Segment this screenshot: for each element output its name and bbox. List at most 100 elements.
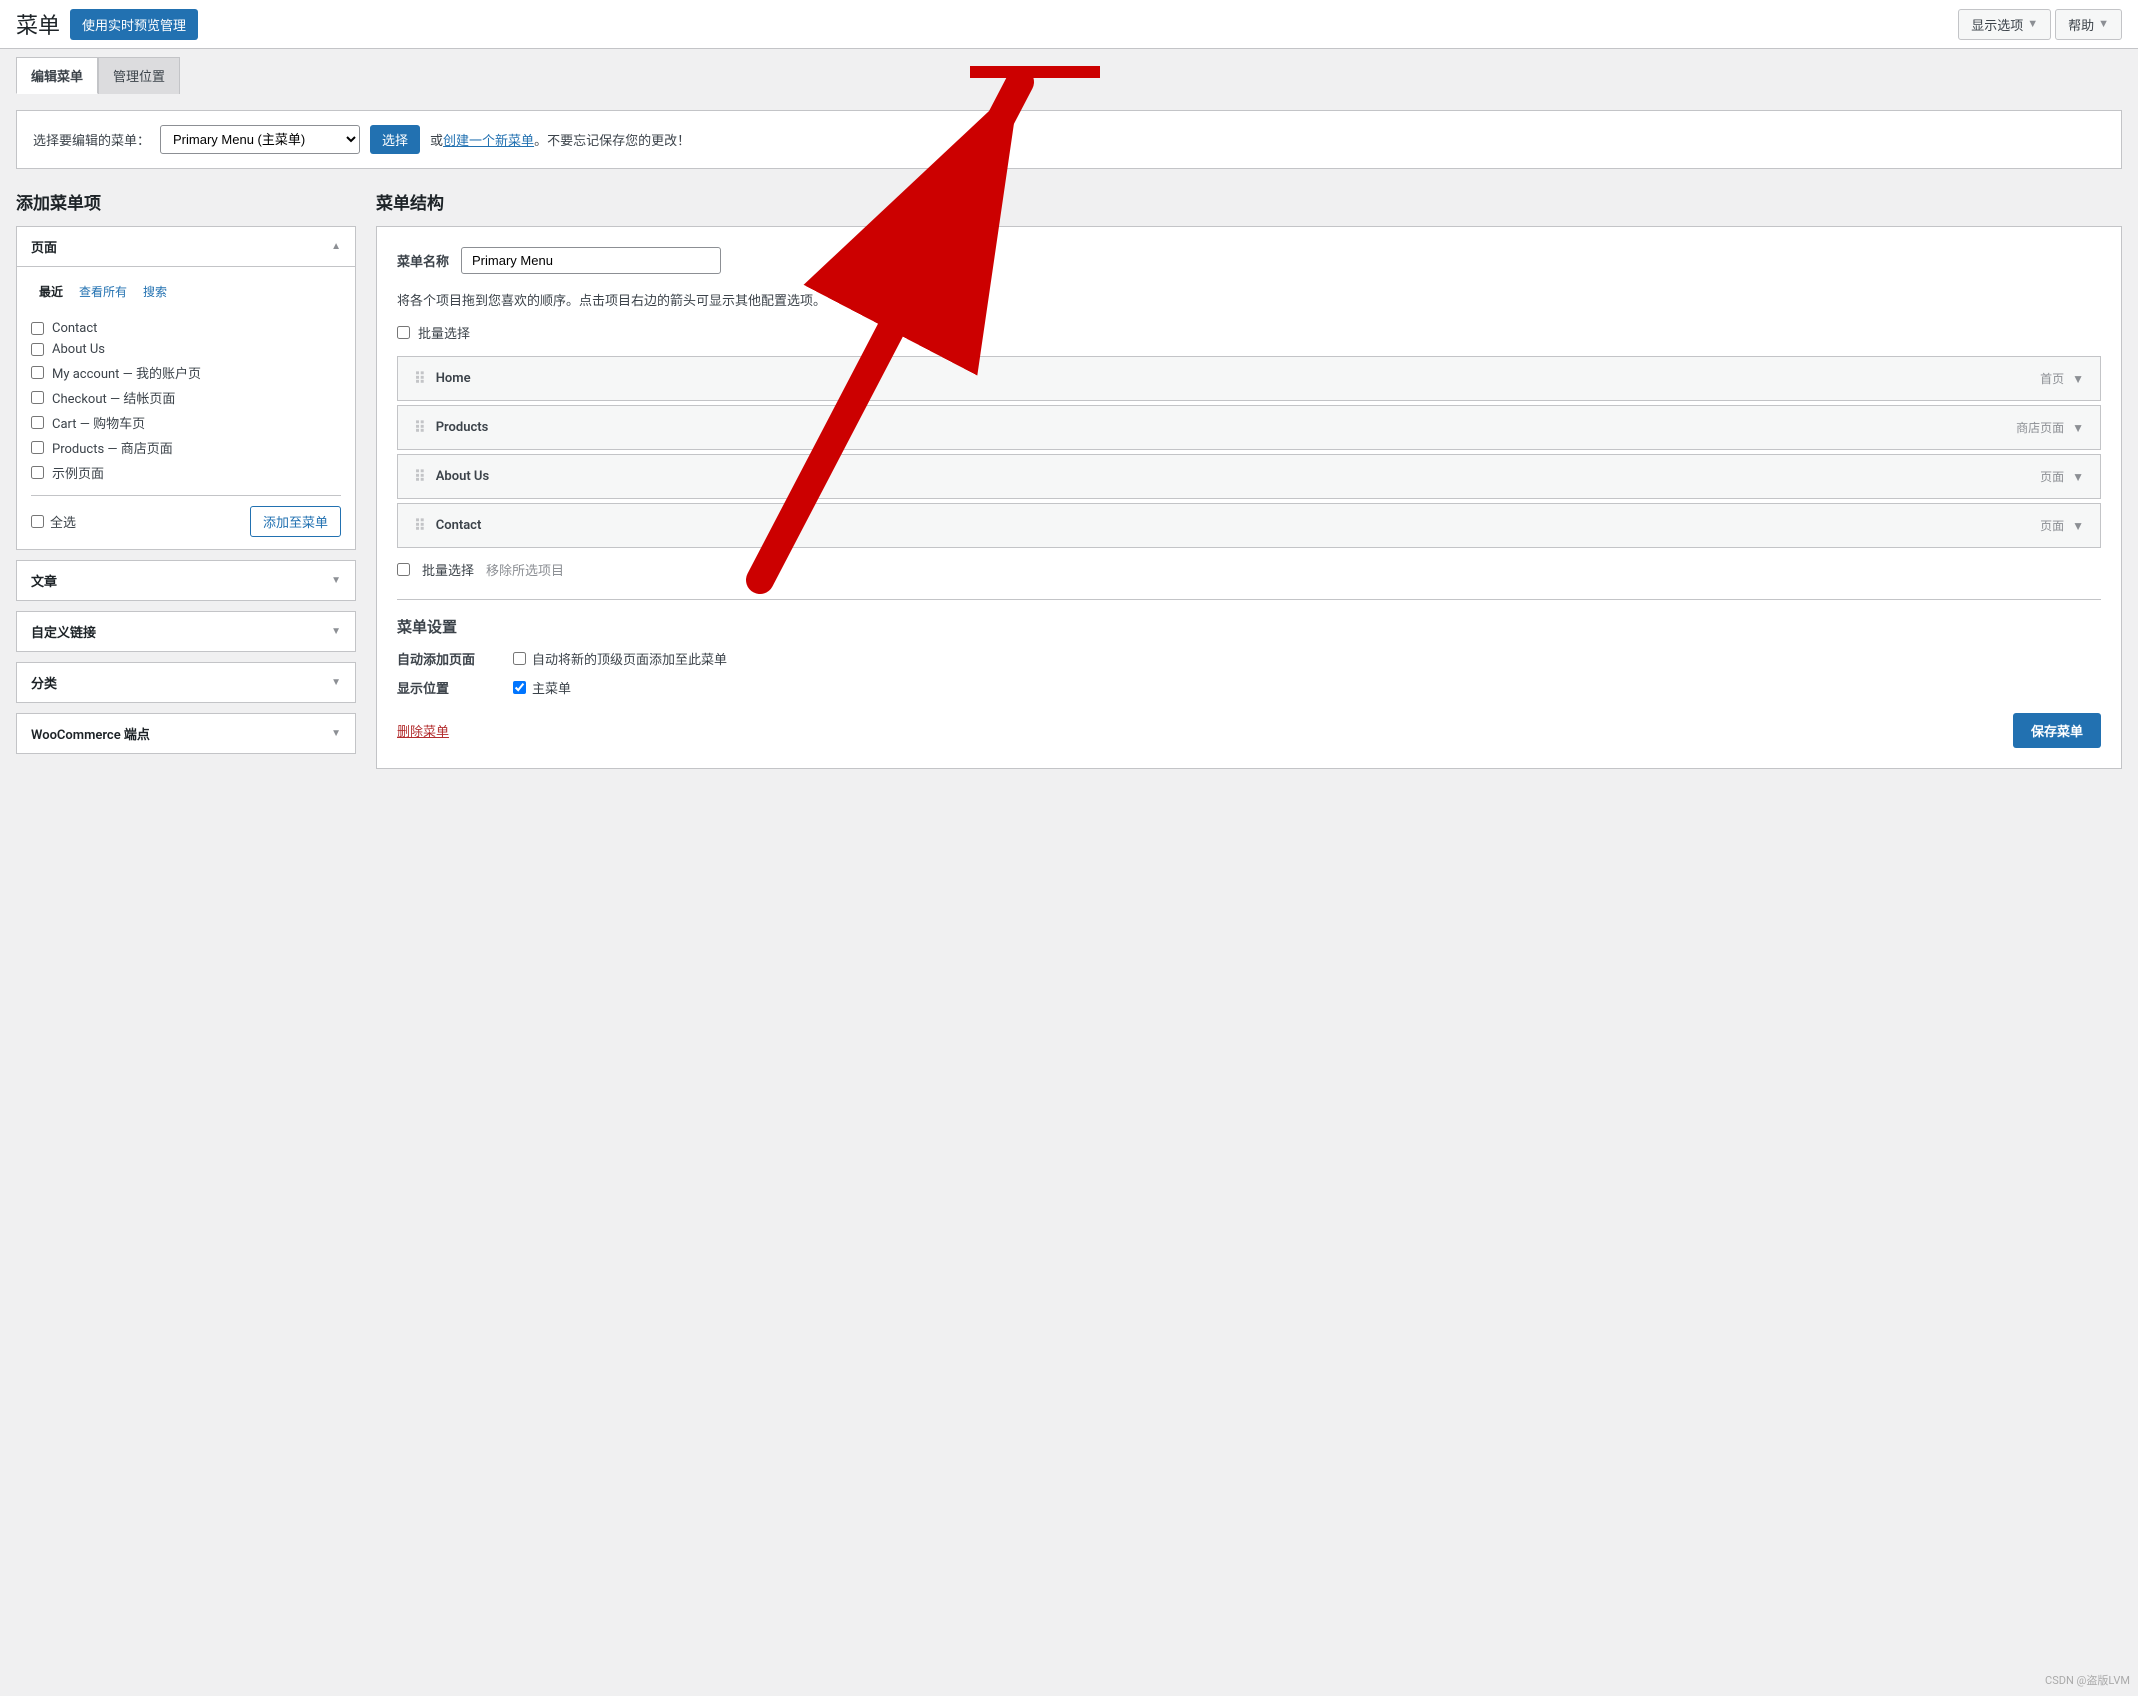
menu-item-about[interactable]: ⠿ About Us 页面 ▼ [397,454,2101,499]
pages-accordion-header[interactable]: 页面 ▲ [17,227,355,266]
screen-options-label: 显示选项 [1971,15,2023,34]
menu-name-input[interactable] [461,247,721,274]
woocommerce-accordion-header[interactable]: WooCommerce 端点 ▼ [17,714,355,753]
chevron-down-icon[interactable]: ▼ [2072,372,2084,386]
menu-item-name-about: About Us [436,469,489,484]
batch-select-checkbox-top[interactable] [397,326,410,339]
tabs-bar: 编辑菜单 管理位置 [0,49,2138,94]
list-item: About Us [31,339,341,360]
pages-accordion-body: 最近 查看所有 搜索 Contact About Us [17,266,355,549]
page-checkbox-checkout[interactable] [31,391,44,404]
tab-edit-menu[interactable]: 编辑菜单 [16,57,98,94]
menu-item-right-about: 页面 ▼ [2040,468,2084,485]
page-label-products: Products — 商店页面 [52,438,173,457]
page-checkbox-sample[interactable] [31,466,44,479]
page-label-cart: Cart — 购物车页 [52,413,145,432]
tab-recent[interactable]: 最近 [31,279,71,306]
help-button[interactable]: 帮助 ▼ [2055,9,2122,40]
top-bar-right: 显示选项 ▼ 帮助 ▼ [1958,9,2122,40]
delete-menu-button[interactable]: 删除菜单 [397,721,449,740]
watermark: CSDN @盗版LVM [2045,1672,2130,1688]
custom-link-header-label: 自定义链接 [31,622,96,641]
batch-select-bottom: 批量选择 移除所选项目 [397,560,2101,579]
select-bar-text: 或创建一个新菜单。不要忘记保存您的更改！ [430,130,690,149]
menu-item-left-home: ⠿ Home [414,369,471,388]
articles-accordion-header[interactable]: 文章 ▼ [17,561,355,600]
page-label-myaccount: My account — 我的账户页 [52,363,201,382]
custom-link-accordion-header[interactable]: 自定义链接 ▼ [17,612,355,651]
batch-select-checkbox-bottom[interactable] [397,563,410,576]
page-checkbox-products[interactable] [31,441,44,454]
page-checkbox-contact[interactable] [31,322,44,335]
menu-item-left-products: ⠿ Products [414,418,488,437]
menu-item-type-about: 页面 [2040,468,2064,485]
drag-handle-icon: ⠿ [414,467,426,486]
articles-accordion: 文章 ▼ [16,560,356,601]
page-checkbox-myaccount[interactable] [31,366,44,379]
custom-link-accordion: 自定义链接 ▼ [16,611,356,652]
display-label: 显示位置 [397,678,497,697]
auto-add-row: 自动添加页面 自动将新的顶级页面添加至此菜单 [397,649,2101,668]
list-item: Products — 商店页面 [31,435,341,460]
tab-manage-location[interactable]: 管理位置 [98,57,180,94]
page-checkbox-cart[interactable] [31,416,44,429]
page-checkbox-about[interactable] [31,343,44,356]
auto-add-checkbox-label: 自动将新的顶级页面添加至此菜单 [513,649,727,668]
auto-add-checkbox[interactable] [513,652,526,665]
menu-item-left-contact: ⠿ Contact [414,516,481,535]
page-title: 菜单 [16,8,60,40]
chevron-down-icon[interactable]: ▼ [2072,519,2084,533]
chevron-down-icon[interactable]: ▼ [2072,421,2084,435]
list-item: Cart — 购物车页 [31,410,341,435]
add-menu-items-title: 添加菜单项 [16,189,356,214]
remove-selected-button[interactable]: 移除所选项目 [486,560,564,579]
display-checkbox-label: 主菜单 [513,678,571,697]
menu-item-home[interactable]: ⠿ Home 首页 ▼ [397,356,2101,401]
select-all-checkbox[interactable] [31,515,44,528]
category-accordion: 分类 ▼ [16,662,356,703]
category-accordion-header[interactable]: 分类 ▼ [17,663,355,702]
chevron-down-icon: ▼ [331,626,341,637]
screen-options-button[interactable]: 显示选项 ▼ [1958,9,2051,40]
save-menu-button[interactable]: 保存菜单 [2013,713,2101,748]
display-location-checkbox[interactable] [513,681,526,694]
menu-item-type-home: 首页 [2040,370,2064,387]
top-bar: 菜单 使用实时预览管理 显示选项 ▼ 帮助 ▼ [0,0,2138,49]
chevron-down-icon[interactable]: ▼ [2072,470,2084,484]
preview-button[interactable]: 使用实时预览管理 [70,9,198,40]
drag-handle-icon: ⠿ [414,369,426,388]
help-label: 帮助 [2068,15,2094,34]
save-footer: 删除菜单 保存菜单 [397,713,2101,748]
top-bar-left: 菜单 使用实时预览管理 [16,8,198,40]
menu-item-products[interactable]: ⠿ Products 商店页面 ▼ [397,405,2101,450]
tab-search[interactable]: 搜索 [135,279,175,306]
select-menu-label: 选择要编辑的菜单： [33,130,150,149]
add-to-menu-button[interactable]: 添加至菜单 [250,506,341,537]
woocommerce-header-label: WooCommerce 端点 [31,724,150,743]
list-item: My account — 我的账户页 [31,360,341,385]
pages-list-footer: 全选 添加至菜单 [31,495,341,537]
menu-item-name-products: Products [436,420,489,435]
select-all-row: 全选 [31,512,76,531]
articles-header-label: 文章 [31,571,57,590]
batch-select-label-bottom: 批量选择 [422,560,474,579]
page-label-contact: Contact [52,321,97,336]
main-columns: 添加菜单项 页面 ▲ 最近 查看所有 搜索 Conta [16,189,2122,769]
select-button[interactable]: 选择 [370,125,420,154]
right-panel: 菜单结构 菜单名称 将各个项目拖到您喜欢的顺序。点击项目右边的箭头可显示其他配置… [376,189,2122,769]
menu-item-name-home: Home [436,371,471,386]
menu-item-contact[interactable]: ⠿ Contact 页面 ▼ [397,503,2101,548]
menu-structure-box: 菜单名称 将各个项目拖到您喜欢的顺序。点击项目右边的箭头可显示其他配置选项。 批… [376,226,2122,769]
tab-view-all[interactable]: 查看所有 [71,279,135,306]
display-location-text: 主菜单 [532,678,571,697]
chevron-down-icon: ▼ [331,728,341,739]
drag-handle-icon: ⠿ [414,418,426,437]
menu-name-row: 菜单名称 [397,247,2101,274]
drag-handle-icon: ⠿ [414,516,426,535]
chevron-down-icon: ▼ [331,575,341,586]
menu-dropdown[interactable]: Primary Menu (主菜单) [160,125,360,154]
chevron-down-icon: ▼ [2098,18,2109,30]
create-new-menu-link[interactable]: 创建一个新菜单 [443,134,534,149]
menu-item-type-contact: 页面 [2040,517,2064,534]
menu-item-right-contact: 页面 ▼ [2040,517,2084,534]
